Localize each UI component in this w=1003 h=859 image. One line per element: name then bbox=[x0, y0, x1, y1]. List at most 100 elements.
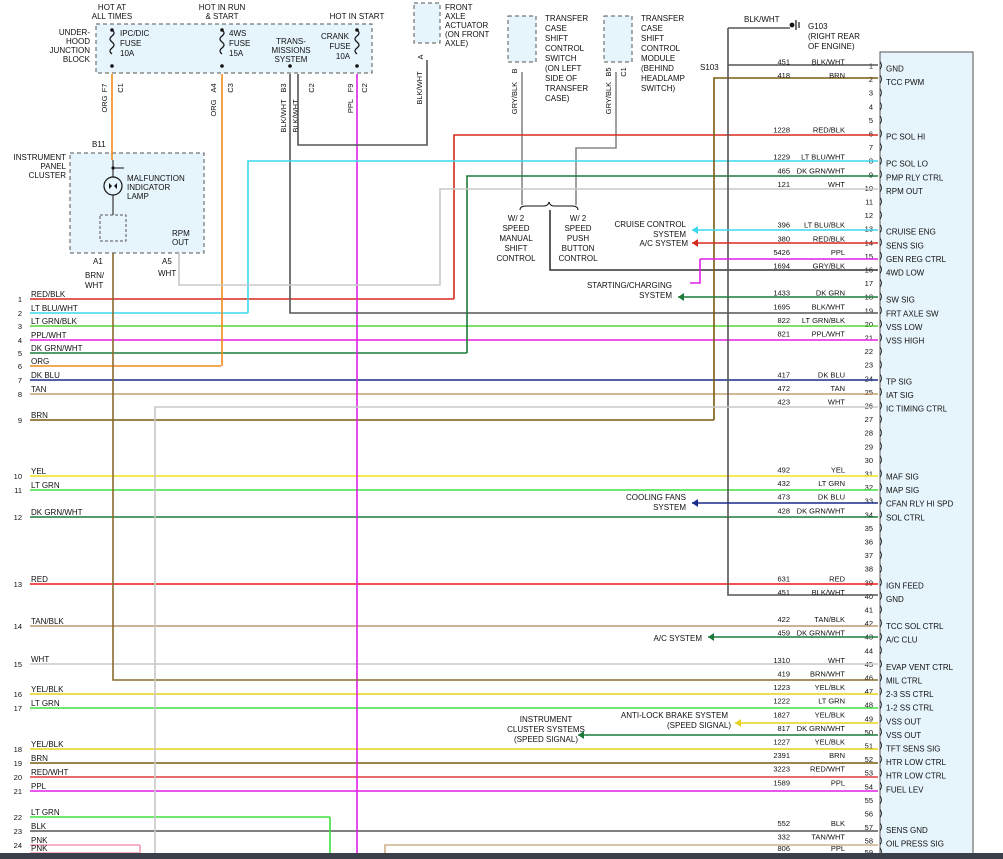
circuit-number: 806 bbox=[777, 844, 790, 853]
wire-color-label: GRY/BLK bbox=[813, 262, 845, 271]
circuit-number: 1228 bbox=[773, 126, 790, 135]
ecm-pin-number: 55 bbox=[865, 796, 873, 805]
hot-start-label: HOT IN START bbox=[330, 12, 385, 21]
front-axle-actuator-box bbox=[413, 2, 441, 44]
mil-label-2: INDICATOR bbox=[127, 183, 170, 192]
wire-color-label: RED bbox=[829, 574, 845, 583]
circuit-number: 473 bbox=[777, 493, 790, 502]
wire-color-label: DK GRN bbox=[816, 289, 845, 298]
arrow-icon bbox=[692, 239, 698, 247]
left-wire-number: 13 bbox=[14, 580, 22, 589]
tcs-line-7: SIDE OF bbox=[545, 74, 577, 83]
ecm-pin-number: 36 bbox=[865, 538, 873, 547]
ecm-pin-function: TCC SOL CTRL bbox=[886, 622, 944, 631]
ecm-pin-number: 31 bbox=[865, 470, 873, 479]
ecm-pin-function: FRT AXLE SW bbox=[886, 309, 939, 318]
wire-color-label: RED/BLK bbox=[813, 234, 845, 243]
ecm-pin-function: HTR LOW CTRL bbox=[886, 772, 947, 781]
circuit-number: 631 bbox=[777, 574, 790, 583]
ecm-pin-number: 35 bbox=[865, 524, 873, 533]
arrow-icon bbox=[708, 633, 714, 641]
wire-trace bbox=[112, 253, 878, 681]
left-wire-number: 10 bbox=[14, 472, 22, 481]
cluster-pin-b11: B11 bbox=[92, 140, 106, 149]
ecm-pin-function: A/C CLU bbox=[886, 636, 918, 645]
ecm-pin-number: 1 bbox=[869, 62, 873, 71]
ecm-pin-number: 21 bbox=[865, 334, 873, 343]
transfer-case-module-box bbox=[603, 15, 633, 63]
wire-color-label: LT GRN/BLK bbox=[802, 316, 845, 325]
pin-a4: A4 bbox=[209, 83, 218, 92]
left-wire-label: LT GRN bbox=[31, 808, 60, 817]
wire-color-label: WHT bbox=[828, 398, 845, 407]
ecm-pin-number: 38 bbox=[865, 565, 873, 574]
actuator-line-5: AXLE) bbox=[445, 39, 468, 48]
circuit-number: 1433 bbox=[773, 289, 790, 298]
wire-color-label: LT BLU/WHT bbox=[801, 153, 845, 162]
left-wire-number: 8 bbox=[18, 390, 22, 399]
wire-color-label: DK GRN/WHT bbox=[797, 724, 846, 733]
circuit-number: 419 bbox=[777, 670, 790, 679]
ecm-pin-function: MAP SIG bbox=[886, 486, 919, 495]
left-wire-label: LT GRN/BLK bbox=[31, 317, 78, 326]
fuse-crank-label-1: CRANK bbox=[321, 32, 350, 41]
ecm-pin-function: SENS SIG bbox=[886, 241, 924, 250]
wire-color-label: RED/BLK bbox=[813, 126, 845, 135]
manual-line-2: SPEED bbox=[502, 224, 529, 233]
fuse-crank-label-3: 10A bbox=[336, 52, 351, 61]
wire-color-label: YEL/BLK bbox=[815, 683, 845, 692]
fuse-crank-label-2: FUSE bbox=[329, 42, 350, 51]
circuit-number: 465 bbox=[777, 166, 790, 175]
circuit-number: 492 bbox=[777, 466, 790, 475]
left-wire-number: 5 bbox=[18, 349, 22, 358]
circuit-number: 1827 bbox=[773, 710, 790, 719]
left-wire-number: 16 bbox=[14, 690, 22, 699]
circuit-number: 428 bbox=[777, 506, 790, 515]
wire-color-label: LT GRN bbox=[818, 479, 845, 488]
left-wire-label: BRN bbox=[31, 411, 48, 420]
ground-icon bbox=[789, 20, 800, 30]
left-wire-number: 6 bbox=[18, 362, 22, 371]
transfer-case-switch-box bbox=[507, 15, 537, 63]
wire-color-label: LT BLU/BLK bbox=[804, 221, 845, 230]
push-line-2: SPEED bbox=[564, 224, 591, 233]
left-wire-label: LT GRN bbox=[31, 699, 60, 708]
wire-trace bbox=[289, 74, 878, 314]
ecm-pin-function: TP SIG bbox=[886, 377, 912, 386]
tcs-line-5: SWITCH bbox=[545, 54, 577, 63]
left-wire-number: 20 bbox=[14, 773, 22, 782]
wire-color-label: BLK/WHT bbox=[812, 588, 846, 597]
wiring-diagram: 1 GND 2 TCC PWM 3 4 5 6 PC SOL HI 7 8 PC SOL LO 9 PMP… bbox=[0, 0, 1003, 859]
left-wire-label: PPL bbox=[31, 782, 47, 791]
wire-color-label: BRN bbox=[829, 751, 845, 760]
left-wire-number: 23 bbox=[14, 827, 22, 836]
ecm-pin-function: PMP RLY CTRL bbox=[886, 173, 944, 182]
ecm-pin-function: VSS OUT bbox=[886, 717, 921, 726]
ecm-pin-number: 39 bbox=[865, 578, 873, 587]
tcs-line-9: CASE) bbox=[545, 94, 570, 103]
transmissions-label-1: TRANS- bbox=[276, 37, 306, 46]
left-wire-label: YEL/BLK bbox=[31, 740, 64, 749]
ecm-pin-function: IAT SIG bbox=[886, 391, 914, 400]
system-labels: CRUISE CONTROL SYSTEM A/C SYSTEM STARTIN… bbox=[507, 220, 731, 744]
conn-c3: C3 bbox=[226, 83, 235, 93]
left-wire-label: TAN/BLK bbox=[31, 617, 64, 626]
transmissions-label-3: SYSTEM bbox=[275, 55, 308, 64]
charging-label-2: SYSTEM bbox=[639, 291, 672, 300]
manual-line-3: MANUAL bbox=[499, 234, 533, 243]
ground-name: G103 bbox=[808, 22, 828, 31]
wire-color-label: PPL bbox=[831, 844, 845, 853]
front-axle-actuator-label: FRONT AXLE ACTUATOR (ON FRONT AXLE) bbox=[445, 3, 490, 48]
manual-line-5: CONTROL bbox=[496, 254, 536, 263]
circuit-number: 817 bbox=[777, 724, 790, 733]
circuit-number: 121 bbox=[777, 180, 790, 189]
circuit-number: 5426 bbox=[773, 248, 790, 257]
fuse-ipc-label-3: 10A bbox=[120, 49, 135, 58]
ecm-pin-number: 2 bbox=[869, 75, 873, 84]
circuit-number: 417 bbox=[777, 370, 790, 379]
fans-label-2: SYSTEM bbox=[653, 503, 686, 512]
wire-color-label: PPL bbox=[831, 248, 845, 257]
left-wire-label: WHT bbox=[31, 655, 49, 664]
left-wire-number: 17 bbox=[14, 704, 22, 713]
tcm-conn-c1: C1 bbox=[619, 67, 628, 77]
